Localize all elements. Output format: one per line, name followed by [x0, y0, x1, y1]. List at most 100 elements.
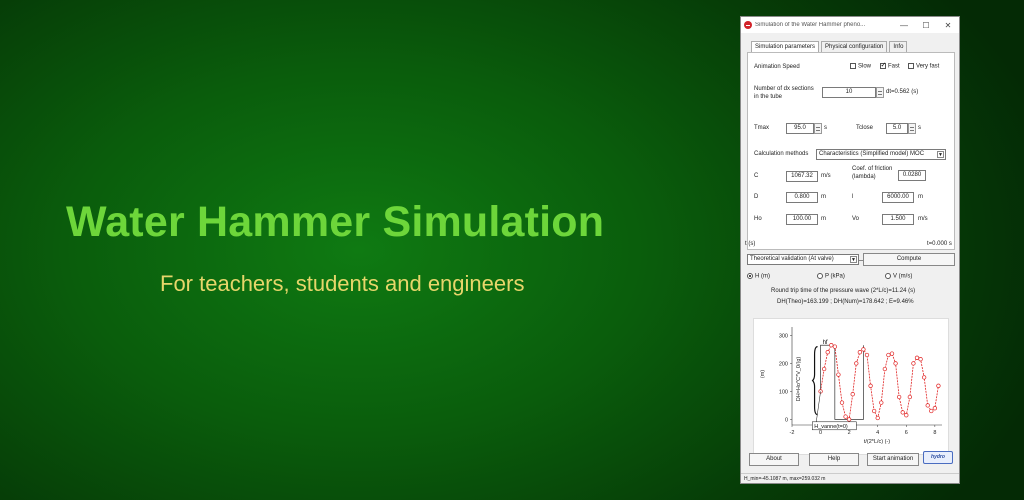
- data-point: [932, 406, 938, 411]
- dx-input[interactable]: 10: [822, 87, 876, 98]
- validation-select[interactable]: Theoretical validation (At valve) ▼: [747, 254, 859, 265]
- help-button[interactable]: Help: [809, 453, 859, 466]
- data-point: [871, 408, 877, 414]
- x-axis-label: t/(2*L/c) (-): [864, 439, 890, 445]
- parameters-panel: Animation Speed Slow Fast Very fast Numb…: [747, 52, 955, 250]
- data-point: [821, 366, 827, 372]
- minimize-button[interactable]: —: [893, 21, 915, 30]
- plot-svg: -2 0 2 4 6 8 300 200 100 0 t/(2*L/c) (-) DH=Ho*C*V_…: [760, 327, 942, 445]
- data-point: [886, 352, 891, 358]
- d-label: D: [754, 194, 759, 200]
- speed-very-fast-option[interactable]: Very fast: [908, 63, 939, 70]
- tab-physical-configuration[interactable]: Physical configuration: [821, 41, 888, 52]
- data-point: [914, 355, 920, 360]
- radio-v[interactable]: V (m/s): [885, 273, 912, 280]
- data-point: [907, 394, 913, 400]
- tmax-spinner[interactable]: [814, 123, 822, 134]
- d-input[interactable]: 0.800: [786, 192, 818, 203]
- dt-text: dt=0.562 (s): [886, 89, 919, 95]
- tclose-input[interactable]: 5.0: [886, 123, 908, 134]
- data-point: [854, 361, 859, 366]
- tmax-input[interactable]: 95.0: [786, 123, 814, 134]
- tab-simulation-parameters[interactable]: Simulation parameters: [751, 41, 820, 52]
- about-button[interactable]: About: [749, 453, 799, 466]
- hf-brace: [811, 346, 818, 416]
- start-animation-button[interactable]: Start animation: [867, 453, 919, 466]
- tab-bar: Simulation parameters Physical configura…: [751, 41, 909, 52]
- data-point: [850, 392, 855, 397]
- dx-label: Number of dx sections: [754, 86, 814, 92]
- hydro-logo: hydro: [923, 451, 953, 464]
- hero-title: Water Hammer Simulation: [66, 198, 605, 246]
- maximize-button[interactable]: ☐: [915, 21, 937, 30]
- compute-button[interactable]: Compute: [863, 253, 955, 266]
- tclose-unit: s: [918, 125, 921, 131]
- data-point: [836, 372, 841, 377]
- data-point: [882, 366, 888, 372]
- c-label: C: [754, 173, 759, 179]
- y-tick-label: 0: [785, 417, 788, 423]
- roundtrip-text: Round trip time of the pressure wave (2*…: [771, 288, 916, 294]
- friction-label-2: (lambda): [852, 174, 876, 180]
- radio-icon: [885, 273, 891, 279]
- tab-info[interactable]: Info: [889, 41, 908, 52]
- x-tick-label: 0: [819, 430, 822, 436]
- vo-input[interactable]: 1.500: [882, 214, 914, 225]
- tmax-label: Tmax: [754, 125, 769, 131]
- data-point: [900, 410, 905, 415]
- status-bar: H_min=-45.1087 m, max=259.032 m: [741, 473, 959, 483]
- data-point: [832, 344, 838, 349]
- c-input[interactable]: 1067.32: [786, 171, 818, 182]
- status-text: H_min=-45.1087 m, max=259.032 m: [744, 476, 826, 482]
- ho-input[interactable]: 100.00: [786, 214, 818, 225]
- y-tick-label: 100: [779, 389, 788, 395]
- data-point: [843, 414, 848, 419]
- data-point: [868, 383, 873, 388]
- data-point: [861, 347, 866, 352]
- calc-methods-label: Calculation methods: [754, 151, 809, 157]
- tclose-spinner[interactable]: [908, 123, 916, 134]
- x-tick-label: 4: [876, 430, 879, 436]
- y-unit-label: (m): [760, 370, 766, 378]
- checkbox-checked-icon: [880, 61, 886, 69]
- theory-line: [820, 344, 864, 420]
- data-point: [864, 352, 870, 358]
- data-point: [925, 403, 930, 408]
- close-button[interactable]: ✕: [937, 21, 959, 30]
- c-unit: m/s: [821, 173, 831, 179]
- checkbox-icon: [908, 63, 914, 69]
- data-point: [875, 415, 880, 421]
- data-point: [825, 350, 830, 355]
- h-valve-arrow: [816, 391, 821, 422]
- y-tick-label: 200: [779, 361, 788, 367]
- y-tick-label: 300: [779, 333, 788, 339]
- friction-label: Coef. of friction: [852, 166, 893, 172]
- l-label: l: [852, 194, 854, 200]
- data-point: [904, 413, 909, 418]
- data-point: [889, 351, 895, 356]
- checkbox-icon: [850, 63, 856, 69]
- calc-methods-select[interactable]: Characteristics (Simplified model) MOC ▼: [816, 149, 946, 160]
- animation-speed-label: Animation Speed: [754, 64, 800, 70]
- hf-annotation: hf: [823, 340, 828, 346]
- speed-slow-option[interactable]: Slow: [850, 63, 871, 70]
- dx-spinner[interactable]: [876, 87, 884, 98]
- x-tick-label: 2: [848, 430, 851, 436]
- l-input[interactable]: 6000.00: [882, 192, 914, 203]
- validation-plot: -2 0 2 4 6 8 300 200 100 0 t/(2*L/c) (-) DH=Ho*C*V_…: [753, 318, 949, 455]
- dx-label-2: in the tube: [754, 94, 783, 100]
- dh-text: DH(Theo)=163.199 ; DH(Num)=178.642 ; E=9…: [777, 299, 914, 305]
- time-slider-label: t (s): [745, 241, 756, 247]
- data-point: [929, 408, 934, 414]
- friction-input[interactable]: 0.0280: [898, 170, 926, 181]
- hero-subtitle: For teachers, students and engineers: [160, 271, 525, 296]
- speed-fast-option[interactable]: Fast: [880, 61, 900, 70]
- data-point: [829, 343, 834, 348]
- radio-p[interactable]: P (kPa): [817, 273, 845, 280]
- radio-icon: [817, 273, 823, 279]
- data-point: [846, 417, 852, 422]
- vo-unit: m/s: [918, 216, 928, 222]
- radio-h[interactable]: H (m): [747, 273, 770, 280]
- ho-unit: m: [821, 216, 826, 222]
- data-point: [918, 357, 923, 362]
